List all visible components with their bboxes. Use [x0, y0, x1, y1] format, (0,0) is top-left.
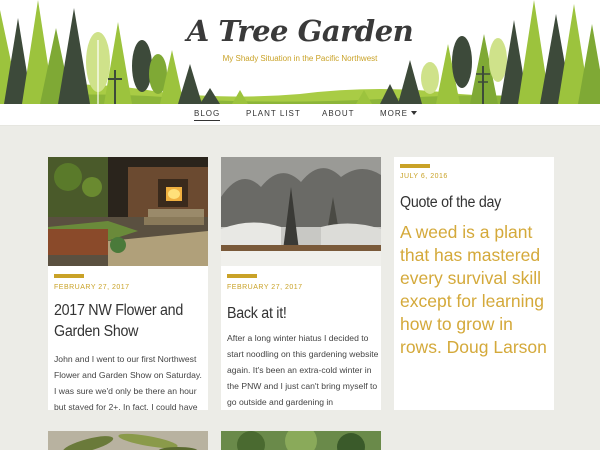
post-card-partial[interactable] — [48, 431, 208, 450]
post-thumbnail-greenery[interactable] — [221, 431, 381, 450]
post-card-flower-show[interactable]: FEBRUARY 27, 2017 2017 NW Flower and Gar… — [48, 157, 208, 410]
site-tagline: My Shady Situation in the Pacific Northw… — [222, 54, 378, 63]
post-card-quote[interactable]: JULY 6, 2016 Quote of the day A weed is … — [394, 157, 554, 410]
accent-bar — [227, 274, 257, 278]
post-date: JULY 6, 2016 — [400, 173, 448, 180]
chevron-down-icon — [411, 111, 417, 115]
post-excerpt: John and I went to our first Northwest F… — [54, 354, 202, 410]
post-thumbnail-snowy-garden[interactable] — [221, 157, 381, 266]
site-title[interactable]: A Tree Garden — [0, 14, 600, 48]
nav-item-about[interactable]: ABOUT — [322, 109, 355, 118]
nav-item-plant-list[interactable]: PLANT LIST — [246, 109, 301, 118]
post-date: FEBRUARY 27, 2017 — [227, 284, 303, 291]
post-date: FEBRUARY 27, 2017 — [54, 284, 130, 291]
nav-item-more-label: MORE — [380, 109, 408, 118]
site-header: A Tree Garden My Shady Situation in the … — [0, 0, 600, 104]
post-title[interactable]: 2017 NW Flower and Garden Show — [54, 300, 207, 342]
accent-bar — [54, 274, 84, 278]
nav-item-blog[interactable]: BLOG — [194, 109, 221, 121]
quote-text: A weed is a plant that has mastered ever… — [400, 222, 547, 357]
main-navigation: BLOG PLANT LIST ABOUT MORE — [0, 104, 600, 126]
post-excerpt: After a long winter hiatus I decided to … — [227, 333, 379, 407]
post-card-back-at-it[interactable]: FEBRUARY 27, 2017 Back at it! After a lo… — [221, 157, 381, 410]
post-card-partial[interactable] — [221, 431, 381, 450]
post-thumbnail-patio[interactable] — [48, 157, 208, 266]
accent-bar — [400, 164, 430, 168]
post-title[interactable]: Back at it! — [227, 303, 380, 324]
nav-item-more[interactable]: MORE — [380, 109, 417, 118]
post-thumbnail-plants[interactable] — [48, 431, 208, 450]
post-title[interactable]: Quote of the day — [400, 192, 553, 213]
